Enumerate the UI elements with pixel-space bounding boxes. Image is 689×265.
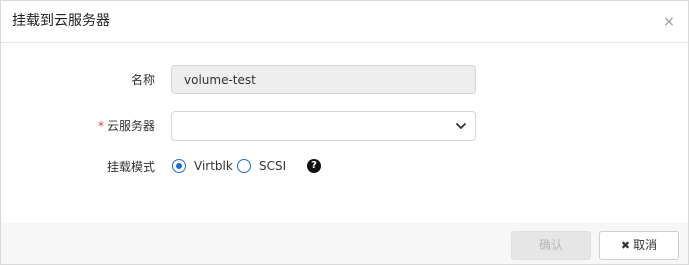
help-icon[interactable]: ? (307, 159, 321, 173)
chevron-down-icon (456, 123, 466, 129)
confirm-button[interactable]: 确认 (511, 231, 591, 260)
server-label: * 云服务器 (98, 118, 155, 134)
radio-virtblk[interactable] (172, 159, 186, 173)
dialog-title: 挂载到云服务器 (12, 13, 110, 29)
name-label: 名称 (130, 73, 155, 87)
server-row: * 云服务器 (1, 111, 688, 141)
name-input[interactable] (171, 65, 476, 94)
required-mark: * (97, 119, 104, 133)
dialog-header: 挂载到云服务器 × (1, 1, 688, 43)
radio-scsi[interactable] (237, 159, 251, 173)
dialog-footer: 确认 ✖ 取消 (1, 223, 688, 264)
close-icon: ✖ (620, 239, 631, 252)
cancel-button[interactable]: ✖ 取消 (599, 231, 679, 260)
radio-virtblk-label[interactable]: Virtblk (194, 158, 233, 174)
radio-scsi-label[interactable]: SCSI (259, 158, 286, 174)
name-row: 名称 (1, 65, 688, 95)
server-label-text: 云服务器 (106, 119, 155, 133)
close-icon[interactable]: × (662, 15, 676, 29)
server-select[interactable] (171, 111, 476, 141)
cancel-label: 取消 (633, 238, 658, 252)
mode-row: 挂载模式 Virtblk SCSI ? (1, 152, 688, 182)
mode-label: 挂载模式 (106, 160, 155, 174)
attach-to-server-dialog: 挂载到云服务器 × 名称 *云服务器 挂载模式 Virtblk SCSI ? 确… (0, 0, 689, 265)
